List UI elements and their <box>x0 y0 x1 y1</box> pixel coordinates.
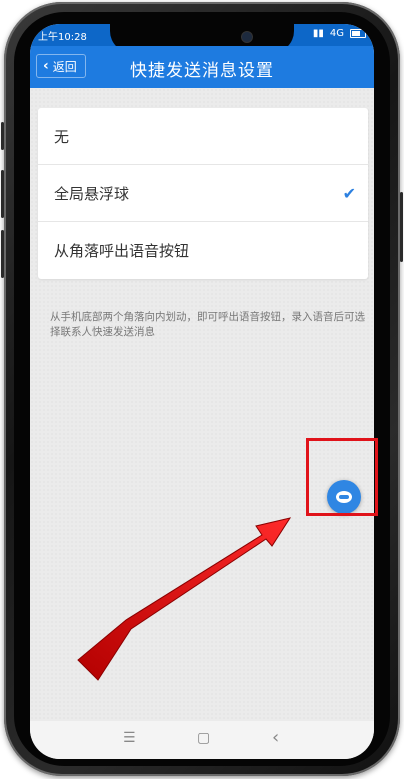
arrow-shape <box>77 517 292 681</box>
annotation-arrow <box>77 517 292 681</box>
screenshot: 上午10:28 ▮▮ 4G ‹ 返回 快捷发送消息设置 无 全局悬浮球 ✔ 从角… <box>0 0 404 779</box>
